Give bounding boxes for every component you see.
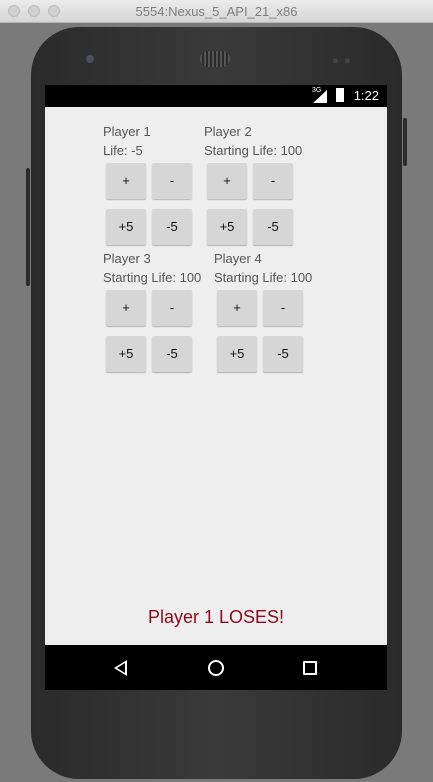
status-clock: 1:22 (353, 88, 379, 103)
player-4-name: Player 4 (214, 251, 262, 266)
player-3-plus-button[interactable]: + (106, 290, 146, 326)
navigation-bar (45, 645, 387, 690)
player-2-minus5-button[interactable]: -5 (253, 209, 293, 245)
player-4-plus5-button[interactable]: +5 (217, 336, 257, 372)
player-3-life: Starting Life: 100 (103, 270, 202, 285)
player-3-plus5-button[interactable]: +5 (106, 336, 146, 372)
player-1-plus5-button[interactable]: +5 (106, 209, 146, 245)
earpiece-speaker (200, 51, 230, 67)
player-4-life: Starting Life: 100 (214, 270, 313, 285)
home-icon[interactable] (208, 660, 224, 676)
player-4-plus-button[interactable]: + (217, 290, 257, 326)
network-type-label: 3G (312, 87, 322, 94)
player-1-name: Player 1 (103, 124, 151, 139)
player-1-plus-button[interactable]: + (106, 163, 146, 199)
app-content: Player 1 Life: -5 + - +5 -5 Player 2 Sta… (45, 107, 387, 645)
status-bar: 3G 1:22 (45, 85, 387, 107)
player-2-plus-button[interactable]: + (207, 163, 247, 199)
player-3-minus-button[interactable]: - (152, 290, 192, 326)
light-sensor (345, 58, 350, 63)
player-2-life: Starting Life: 100 (204, 143, 303, 158)
power-button[interactable] (403, 118, 407, 166)
proximity-sensor (333, 58, 338, 63)
device-screen: 3G 1:22 Player 1 Life: -5 + - +5 -5 Play… (45, 85, 387, 690)
front-camera (86, 55, 94, 63)
player-2-plus5-button[interactable]: +5 (207, 209, 247, 245)
recent-apps-icon[interactable] (303, 661, 317, 675)
player-1-minus5-button[interactable]: -5 (152, 209, 192, 245)
volume-rocker[interactable] (26, 168, 30, 286)
player-3-name: Player 3 (103, 251, 151, 266)
player-1-minus-button[interactable]: - (152, 163, 192, 199)
player-2-name: Player 2 (204, 124, 252, 139)
window-title: 5554:Nexus_5_API_21_x86 (135, 4, 298, 19)
battery-icon (336, 88, 344, 102)
result-message: Player 1 LOSES! (147, 607, 285, 627)
emulator-title-bar: 5554:Nexus_5_API_21_x86 (0, 0, 433, 23)
player-1-life: Life: -5 (103, 143, 143, 158)
player-4-minus5-button[interactable]: -5 (263, 336, 303, 372)
player-3-minus5-button[interactable]: -5 (152, 336, 192, 372)
back-icon[interactable] (114, 660, 127, 676)
player-4-minus-button[interactable]: - (263, 290, 303, 326)
player-2-minus-button[interactable]: - (253, 163, 293, 199)
